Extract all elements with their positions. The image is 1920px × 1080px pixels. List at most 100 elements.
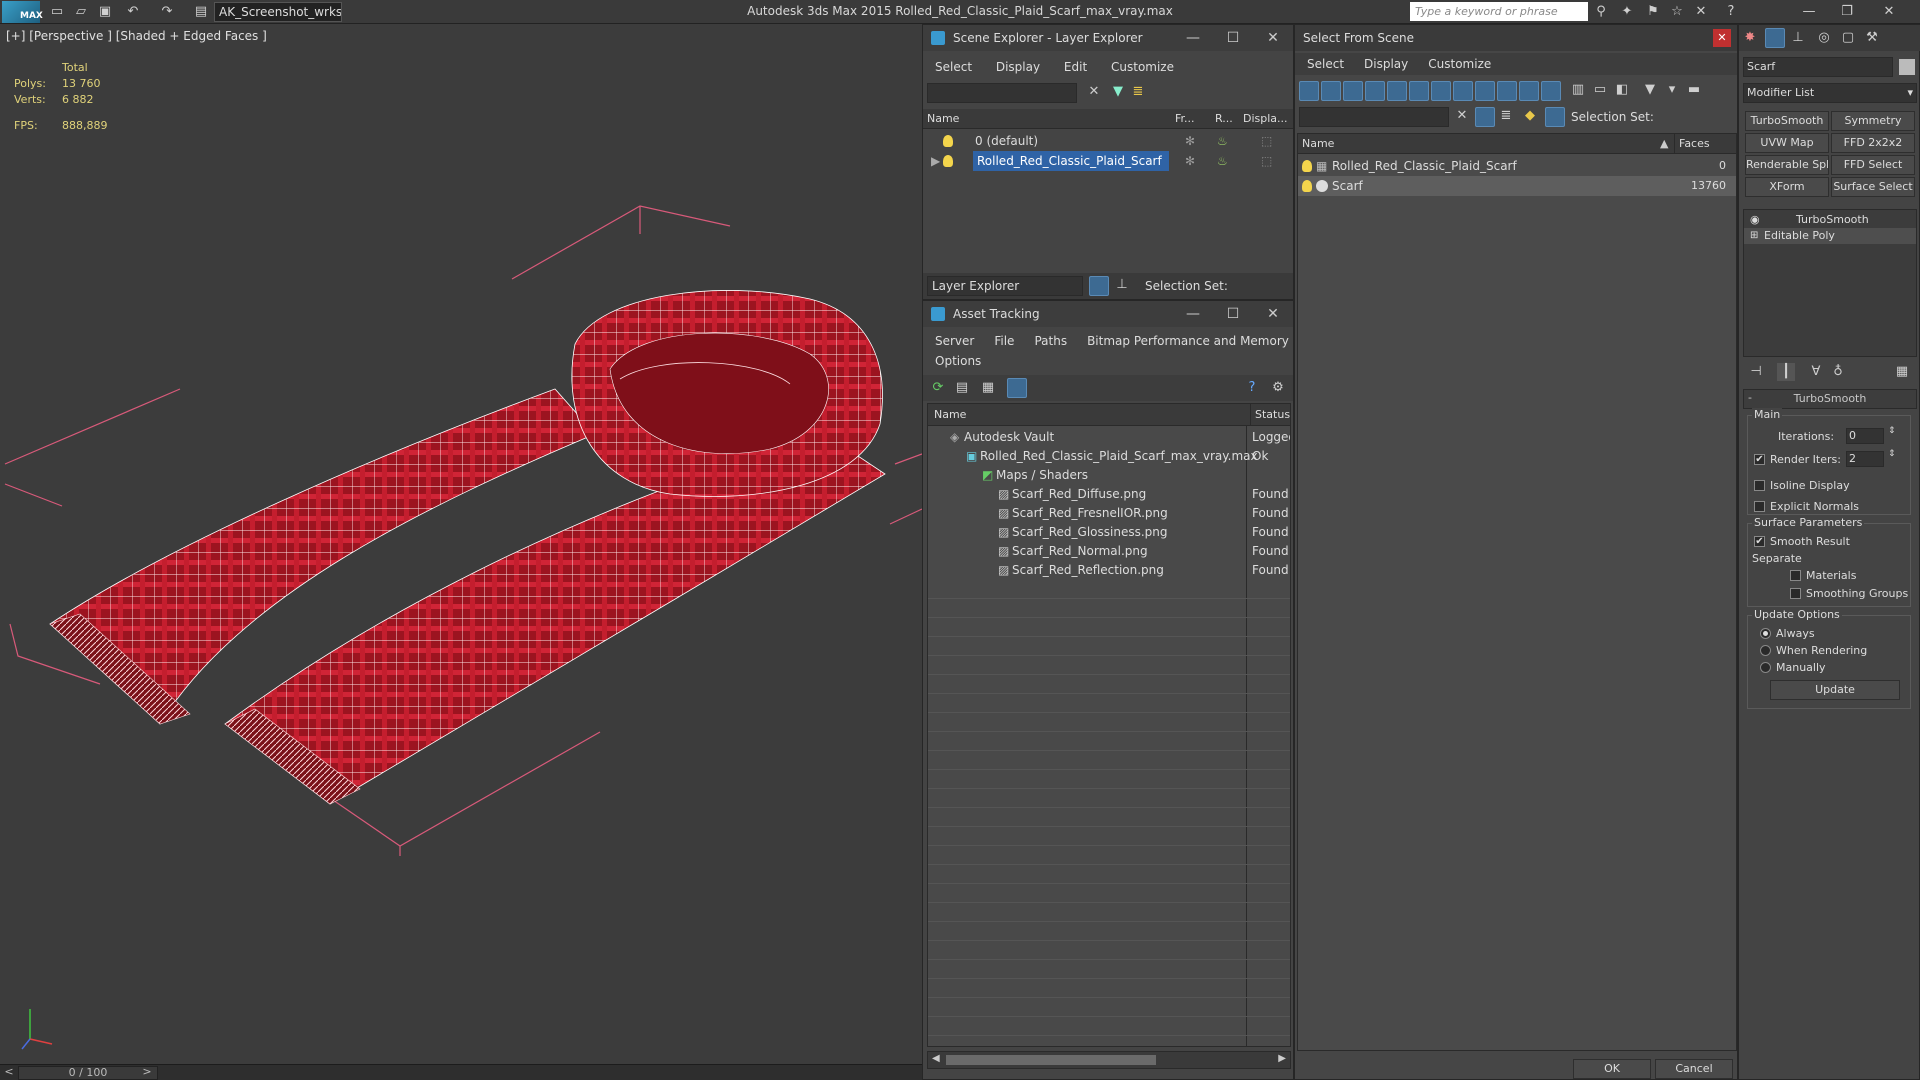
always-radio[interactable] bbox=[1760, 628, 1771, 639]
light-bulb-icon[interactable] bbox=[1302, 180, 1312, 192]
col-render[interactable]: R... bbox=[1215, 109, 1233, 129]
filter-icon[interactable]: ▼ bbox=[1109, 83, 1127, 101]
menu-file[interactable]: File bbox=[984, 331, 1024, 351]
modifier-list-dropdown[interactable]: Modifier List ▾ bbox=[1743, 83, 1917, 103]
helper-filter-icon[interactable] bbox=[1387, 81, 1407, 101]
ffd-select-modifier-button[interactable]: FFD Select bbox=[1831, 155, 1915, 175]
app-logo-icon[interactable]: MAX bbox=[2, 1, 43, 23]
turbosmooth-modifier-button[interactable]: TurboSmooth bbox=[1745, 111, 1829, 131]
explicit-normals-checkbox[interactable] bbox=[1754, 501, 1765, 512]
col-name[interactable]: Name bbox=[1302, 134, 1334, 154]
display-icon[interactable]: ⬚ bbox=[1261, 131, 1272, 151]
time-slider[interactable]: 0 / 100 bbox=[18, 1066, 158, 1080]
iterations-spinner[interactable]: 0 bbox=[1846, 428, 1884, 444]
show-end-result-icon[interactable]: ┃ bbox=[1777, 363, 1795, 381]
render-teapot-icon[interactable]: ♨ bbox=[1217, 151, 1228, 171]
menu-customize[interactable]: Customize bbox=[1418, 53, 1501, 75]
thumbnail-view-icon[interactable]: ▦ bbox=[979, 379, 997, 397]
render-teapot-icon[interactable]: ♨ bbox=[1217, 131, 1228, 151]
undo-icon[interactable]: ↶ bbox=[124, 3, 142, 21]
object-row[interactable]: ▦ Rolled_Red_Classic_Plaid_Scarf 0 bbox=[1298, 156, 1736, 176]
sort-arrow-icon[interactable]: ▲ bbox=[1660, 134, 1668, 154]
display-icon[interactable]: ⬚ bbox=[1261, 151, 1272, 171]
render-iters-spinner[interactable]: 2 bbox=[1846, 451, 1884, 467]
col-display[interactable]: Displa... bbox=[1243, 109, 1288, 129]
isoline-display-checkbox[interactable] bbox=[1754, 480, 1765, 491]
layer-explorer-icon[interactable]: ◆ bbox=[1521, 107, 1539, 125]
asset-row[interactable]: ▨ Scarf_Red_Normal.png Found bbox=[928, 542, 1290, 561]
asset-name[interactable]: Scarf_Red_Reflection.png bbox=[1012, 561, 1164, 580]
camera-filter-icon[interactable] bbox=[1365, 81, 1385, 101]
filter-icon[interactable]: ▼ bbox=[1641, 81, 1659, 99]
layer-row[interactable]: 0 (default) ✻ ♨ ⬚ bbox=[923, 131, 1293, 151]
table-view-icon[interactable] bbox=[1007, 378, 1027, 398]
project-folder-icon[interactable]: ▤ bbox=[192, 3, 210, 21]
renderable-spline-modifier-button[interactable]: Renderable Spline bbox=[1745, 155, 1829, 175]
smooth-result-checkbox[interactable]: ✔ bbox=[1754, 536, 1765, 547]
menu-bitmap-performance[interactable]: Bitmap Performance and Memory bbox=[1077, 331, 1299, 351]
turbosmooth-rollout-header[interactable]: - TurboSmooth bbox=[1743, 389, 1917, 409]
layer-toggle-icon[interactable] bbox=[1089, 276, 1109, 296]
light-bulb-icon[interactable] bbox=[1302, 160, 1312, 172]
scene-explorer-search-input[interactable] bbox=[927, 83, 1077, 103]
list-view-icon[interactable]: ▤ bbox=[953, 379, 971, 397]
tools-icon[interactable]: ✦ bbox=[1618, 3, 1636, 21]
close-icon[interactable]: ✕ bbox=[1253, 25, 1293, 51]
spacewarp-filter-icon[interactable] bbox=[1409, 81, 1429, 101]
col-name[interactable]: Name bbox=[927, 109, 959, 129]
when-rendering-radio[interactable] bbox=[1760, 645, 1771, 656]
subscription-icon[interactable]: ⚑ bbox=[1644, 3, 1662, 21]
asset-name[interactable]: Scarf_Red_FresnelIOR.png bbox=[1012, 504, 1168, 523]
col-name[interactable]: Name bbox=[934, 404, 966, 426]
symmetry-modifier-button[interactable]: Symmetry bbox=[1831, 111, 1915, 131]
menu-paths[interactable]: Paths bbox=[1024, 331, 1077, 351]
cancel-button[interactable]: Cancel bbox=[1655, 1059, 1733, 1079]
light-filter-icon[interactable] bbox=[1343, 81, 1363, 101]
clear-find-icon[interactable]: ✕ bbox=[1453, 107, 1471, 125]
xref-filter-icon[interactable] bbox=[1453, 81, 1473, 101]
hidden-filter-icon[interactable] bbox=[1541, 81, 1561, 101]
make-unique-icon[interactable]: ∀ bbox=[1807, 363, 1825, 381]
update-button[interactable]: Update bbox=[1770, 680, 1900, 700]
configure-sets-icon[interactable]: ▦ bbox=[1893, 363, 1911, 381]
ffd-modifier-button[interactable]: FFD 2x2x2 bbox=[1831, 133, 1915, 153]
menu-display[interactable]: Display bbox=[1354, 53, 1418, 75]
close-icon[interactable]: ✕ bbox=[1253, 301, 1293, 327]
object-name[interactable]: Scarf bbox=[1332, 176, 1363, 196]
maximize-icon[interactable]: ☐ bbox=[1213, 25, 1253, 51]
ok-button[interactable]: OK bbox=[1573, 1059, 1651, 1079]
container-filter-icon[interactable] bbox=[1497, 81, 1517, 101]
menu-edit[interactable]: Edit bbox=[1054, 55, 1097, 79]
col-freeze[interactable]: Fr... bbox=[1175, 109, 1195, 129]
menu-select[interactable]: Select bbox=[1297, 53, 1354, 75]
scrollbar-thumb[interactable] bbox=[946, 1055, 1156, 1065]
stack-item-editable-poly[interactable]: ⊞ Editable Poly bbox=[1744, 228, 1916, 244]
restore-icon[interactable]: ❐ bbox=[1838, 3, 1856, 21]
stack-item-turbosmooth[interactable]: ◉ TurboSmooth bbox=[1744, 212, 1916, 228]
close-search-icon[interactable]: ✕ bbox=[1692, 3, 1710, 21]
render-iters-checkbox[interactable]: ✔ bbox=[1754, 454, 1765, 465]
expand-plus-icon[interactable]: ⊞ bbox=[1750, 228, 1758, 244]
asset-name[interactable]: Rolled_Red_Classic_Plaid_Scarf_max_vray.… bbox=[980, 447, 1258, 466]
modify-tab-icon[interactable] bbox=[1765, 28, 1785, 48]
asset-row[interactable]: ▨ Scarf_Red_Diffuse.png Found bbox=[928, 485, 1290, 504]
asset-name[interactable]: Autodesk Vault bbox=[964, 428, 1054, 447]
object-color-swatch[interactable] bbox=[1899, 59, 1915, 75]
asset-row[interactable]: ▨ Scarf_Red_Reflection.png Found bbox=[928, 561, 1290, 580]
shape-filter-icon[interactable] bbox=[1321, 81, 1341, 101]
minimize-icon[interactable]: — bbox=[1173, 25, 1213, 51]
favorites-icon[interactable]: ☆ bbox=[1668, 3, 1686, 21]
display-tab-icon[interactable]: ▢ bbox=[1839, 29, 1857, 47]
light-bulb-icon[interactable]: ◉ bbox=[1750, 212, 1760, 228]
redo-icon[interactable]: ↷ bbox=[158, 3, 176, 21]
help-icon[interactable]: ? bbox=[1243, 379, 1261, 397]
menu-select[interactable]: Select bbox=[925, 55, 982, 79]
minimize-icon[interactable]: — bbox=[1173, 301, 1213, 327]
asset-name[interactable]: Scarf_Red_Glossiness.png bbox=[1012, 523, 1167, 542]
explorer-dropdown[interactable]: Layer Explorer bbox=[927, 276, 1083, 296]
help-icon[interactable]: ? bbox=[1722, 3, 1740, 21]
geometry-filter-icon[interactable] bbox=[1299, 81, 1319, 101]
smoothing-groups-checkbox[interactable] bbox=[1790, 588, 1801, 599]
search-input[interactable]: Type a keyword or phrase bbox=[1410, 2, 1588, 21]
asset-name[interactable]: Scarf_Red_Diffuse.png bbox=[1012, 485, 1146, 504]
